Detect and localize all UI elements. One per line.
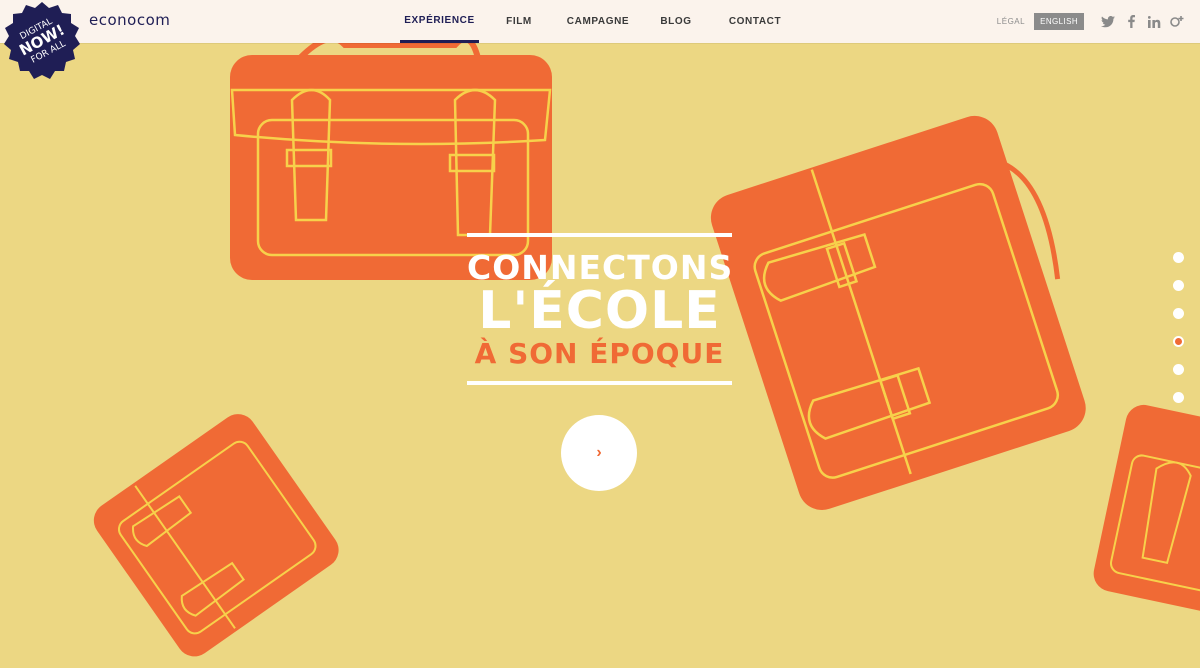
hero-headline: CONNECTONS L'ÉCOLE À SON ÉPOQUE: [467, 233, 732, 385]
top-navigation-bar: econocom EXPÉRIENCE FILM CAMPAGNE BLOG C…: [0, 0, 1200, 43]
pager-dot-1[interactable]: [1173, 252, 1184, 263]
headline-bottom-rule: [467, 381, 732, 385]
headline-line-2: L'ÉCOLE: [478, 281, 721, 341]
section-pager: [1173, 252, 1185, 420]
headline-top-rule: [467, 233, 732, 237]
headline-line-3: À SON ÉPOQUE: [474, 337, 725, 370]
start-experience-button[interactable]: ›: [561, 415, 637, 491]
nav-item-blog[interactable]: BLOG: [637, 0, 715, 43]
nav-item-campagne[interactable]: CAMPAGNE: [559, 0, 637, 43]
chevron-right-icon: ›: [596, 444, 602, 461]
headline-line-1: CONNECTONS: [467, 248, 734, 287]
twitter-icon[interactable]: [1099, 13, 1117, 31]
nav-item-experience[interactable]: EXPÉRIENCE: [400, 0, 479, 43]
schoolbag-illustration: [1093, 404, 1200, 614]
linkedin-icon[interactable]: [1145, 13, 1163, 31]
header-tools: LÉGAL ENGLISH: [997, 0, 1186, 43]
nav-item-film[interactable]: FILM: [479, 0, 559, 43]
main-menu: EXPÉRIENCE FILM CAMPAGNE BLOG CONTACT: [400, 0, 795, 43]
schoolbag-illustration: [93, 414, 339, 657]
pager-dot-3[interactable]: [1173, 308, 1184, 319]
legal-link[interactable]: LÉGAL: [997, 17, 1025, 26]
econocom-logo[interactable]: econocom: [89, 11, 170, 29]
google-plus-icon[interactable]: [1168, 13, 1186, 31]
pager-dot-5[interactable]: [1173, 364, 1184, 375]
language-switch-button[interactable]: ENGLISH: [1034, 13, 1084, 30]
pager-dot-2[interactable]: [1173, 280, 1184, 291]
facebook-icon[interactable]: [1122, 13, 1140, 31]
pager-dot-6[interactable]: [1173, 392, 1184, 403]
digital-now-badge-logo[interactable]: DIGITAL NOW! FOR ALL: [0, 0, 84, 80]
schoolbag-illustration: [710, 115, 1086, 510]
pager-dot-4[interactable]: [1173, 336, 1184, 347]
nav-item-contact[interactable]: CONTACT: [715, 0, 795, 43]
